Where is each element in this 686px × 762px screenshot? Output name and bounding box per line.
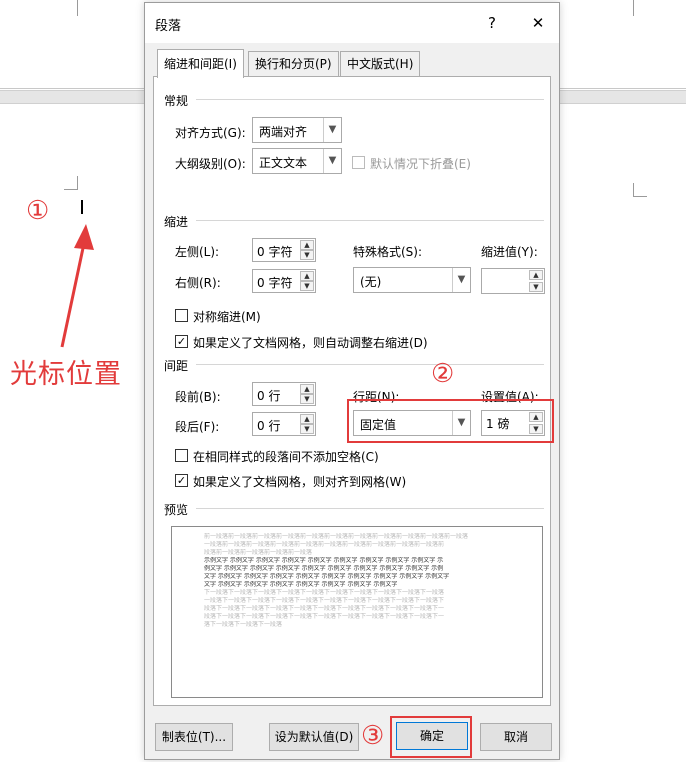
spin-down-icon[interactable]: ▼ (300, 250, 314, 260)
preview-separator (196, 508, 544, 509)
dialog-titlebar[interactable]: 段落 ? ✕ (145, 3, 559, 43)
preview-next-line: 落下一段落下一段落下一段落 (204, 621, 283, 628)
left-indent-spinner[interactable]: 0 字符 ▲ ▼ (252, 238, 316, 262)
space-before-label: 段前(B): (175, 390, 221, 404)
indent-by-label: 缩进值(Y): (481, 245, 538, 259)
indent-heading: 缩进 (164, 215, 189, 229)
preview-next-line: 段落下一段落下一段落下一段落下一段落下一段落下一段落下一段落下一段落下一段落下一 (204, 605, 445, 612)
margin-corner-right (633, 183, 647, 197)
spin-up-icon[interactable]: ▲ (300, 414, 314, 424)
collapse-default-checkbox[interactable] (352, 156, 365, 169)
space-before-spinner[interactable]: 0 行 ▲ ▼ (252, 382, 316, 406)
tab-panel: 常规 对齐方式(G): 两端对齐 ▼ 大纲级别(O): 正文文本 ▼ 默认情况下… (153, 76, 554, 706)
paragraph-dialog: 段落 ? ✕ 缩进和间距(I) 换行和分页(P) 中文版式(H) 常规 对齐方式… (144, 2, 560, 760)
spin-down-icon[interactable]: ▼ (300, 424, 314, 434)
spin-up-icon[interactable]: ▲ (300, 384, 314, 394)
mirror-indents-checkbox[interactable] (175, 309, 188, 322)
spacing-separator (196, 364, 544, 365)
space-after-value: 0 行 (257, 419, 281, 433)
close-button[interactable]: ✕ (521, 9, 555, 37)
collapse-default-label: 默认情况下折叠(E) (370, 157, 471, 171)
special-format-label: 特殊格式(S): (353, 245, 423, 259)
tab-indents-spacing[interactable]: 缩进和间距(I) (157, 49, 244, 78)
preview-sample-line: 示例文字 示例文字 示例文字 示例文字 示例文字 示例文字 示例文字 示例文字 … (204, 557, 444, 564)
snap-to-grid-label: 如果定义了文档网格，则对齐到网格(W) (193, 475, 407, 489)
outline-level-select[interactable]: 正文文本 ▼ (252, 148, 342, 174)
special-format-select[interactable]: (无) ▼ (353, 267, 471, 293)
preview-next-line: 段落下一段落下一段落下一段落下一段落下一段落下一段落下一段落下一段落下一段落下一 (204, 613, 445, 620)
spin-down-icon[interactable]: ▼ (300, 394, 314, 404)
help-button[interactable]: ? (475, 9, 509, 37)
annotation-marker-3: ③ (361, 721, 385, 751)
space-before-value: 0 行 (257, 389, 281, 403)
snap-to-grid-checkbox[interactable]: ✓ (175, 474, 188, 487)
margin-corner-left (64, 176, 78, 190)
dialog-title: 段落 (155, 19, 182, 34)
indent-separator (196, 220, 544, 221)
preview-box: 前一段落前一段落前一段落前一段落前一段落前一段落前一段落前一段落前一段落前一段落… (171, 526, 543, 698)
ok-button[interactable]: 确定 (396, 722, 468, 750)
spin-down-icon[interactable]: ▼ (529, 282, 543, 292)
spin-up-icon[interactable]: ▲ (300, 271, 314, 281)
annotation-arrow (60, 224, 94, 348)
annotation-highlight-line-spacing (347, 399, 554, 443)
margin-mark-top-right (633, 0, 634, 16)
preview-next-line: 下一段落下一段落下一段落下一段落下一段落下一段落下一段落下一段落下一段落下一段落 (204, 589, 445, 596)
general-separator (196, 99, 544, 100)
auto-adjust-indent-label: 如果定义了文档网格，则自动调整右缩进(D) (193, 336, 428, 350)
annotation-marker-1: ① (26, 196, 50, 226)
chevron-down-icon: ▼ (452, 268, 470, 292)
annotation-marker-2: ② (431, 359, 455, 389)
no-space-same-style-checkbox[interactable] (175, 449, 188, 462)
tab-line-page-breaks[interactable]: 换行和分页(P) (248, 51, 339, 77)
spin-up-icon[interactable]: ▲ (300, 240, 314, 250)
tab-asian-typography[interactable]: 中文版式(H) (340, 51, 421, 77)
special-format-value: (无) (360, 275, 382, 289)
outline-level-value: 正文文本 (259, 156, 308, 170)
margin-mark-top-left (77, 0, 78, 16)
tabs-button[interactable]: 制表位(T)... (155, 723, 233, 751)
outline-level-label: 大纲级别(O): (175, 157, 246, 171)
space-after-label: 段后(F): (175, 420, 220, 434)
preview-sample-line: 例文字 示例文字 示例文字 示例文字 示例文字 示例文字 示例文字 示例文字 示… (204, 565, 444, 572)
chevron-down-icon: ▼ (323, 149, 341, 173)
preview-next-line: 一段落下一段落下一段落下一段落下一段落下一段落下一段落下一段落下一段落下一段落下 (204, 597, 445, 604)
right-indent-label: 右侧(R): (175, 276, 221, 290)
left-indent-label: 左侧(L): (175, 245, 220, 259)
preview-prev-line: 段落前一段落前一段落前一段落前一段落 (204, 549, 313, 556)
alignment-label: 对齐方式(G): (175, 126, 246, 140)
preview-prev-line: 前一段落前一段落前一段落前一段落前一段落前一段落前一段落前一段落前一段落前一段落… (204, 533, 469, 540)
preview-prev-line: 一段落前一段落前一段落前一段落前一段落前一段落前一段落前一段落前一段落前一段落前 (204, 541, 445, 548)
alignment-value: 两端对齐 (259, 125, 308, 139)
chevron-down-icon: ▼ (323, 118, 341, 142)
left-indent-value: 0 字符 (257, 245, 293, 259)
cancel-button[interactable]: 取消 (480, 723, 552, 751)
text-cursor (81, 200, 83, 214)
right-indent-spinner[interactable]: 0 字符 ▲ ▼ (252, 269, 316, 293)
spacing-heading: 间距 (164, 359, 189, 373)
right-indent-value: 0 字符 (257, 276, 293, 290)
alignment-select[interactable]: 两端对齐 ▼ (252, 117, 342, 143)
preview-sample-line: 文字 示例文字 示例文字 示例文字 示例文字 示例文字 示例文字 示例文字 示例… (204, 573, 450, 580)
preview-sample-line: 文字 示例文字 示例文字 示例文字 示例文字 示例文字 示例文字 示例文字 (204, 581, 398, 588)
indent-by-spinner[interactable]: ▲ ▼ (481, 268, 545, 294)
auto-adjust-indent-checkbox[interactable]: ✓ (175, 335, 188, 348)
space-after-spinner[interactable]: 0 行 ▲ ▼ (252, 412, 316, 436)
mirror-indents-label: 对称缩进(M) (193, 310, 261, 324)
cursor-position-caption: 光标位置 (10, 359, 122, 390)
spin-up-icon[interactable]: ▲ (529, 270, 543, 280)
general-heading: 常规 (164, 94, 189, 108)
spin-down-icon[interactable]: ▼ (300, 281, 314, 291)
no-space-same-style-label: 在相同样式的段落间不添加空格(C) (193, 450, 379, 464)
preview-heading: 预览 (164, 503, 189, 517)
set-default-button[interactable]: 设为默认值(D) (269, 723, 359, 751)
